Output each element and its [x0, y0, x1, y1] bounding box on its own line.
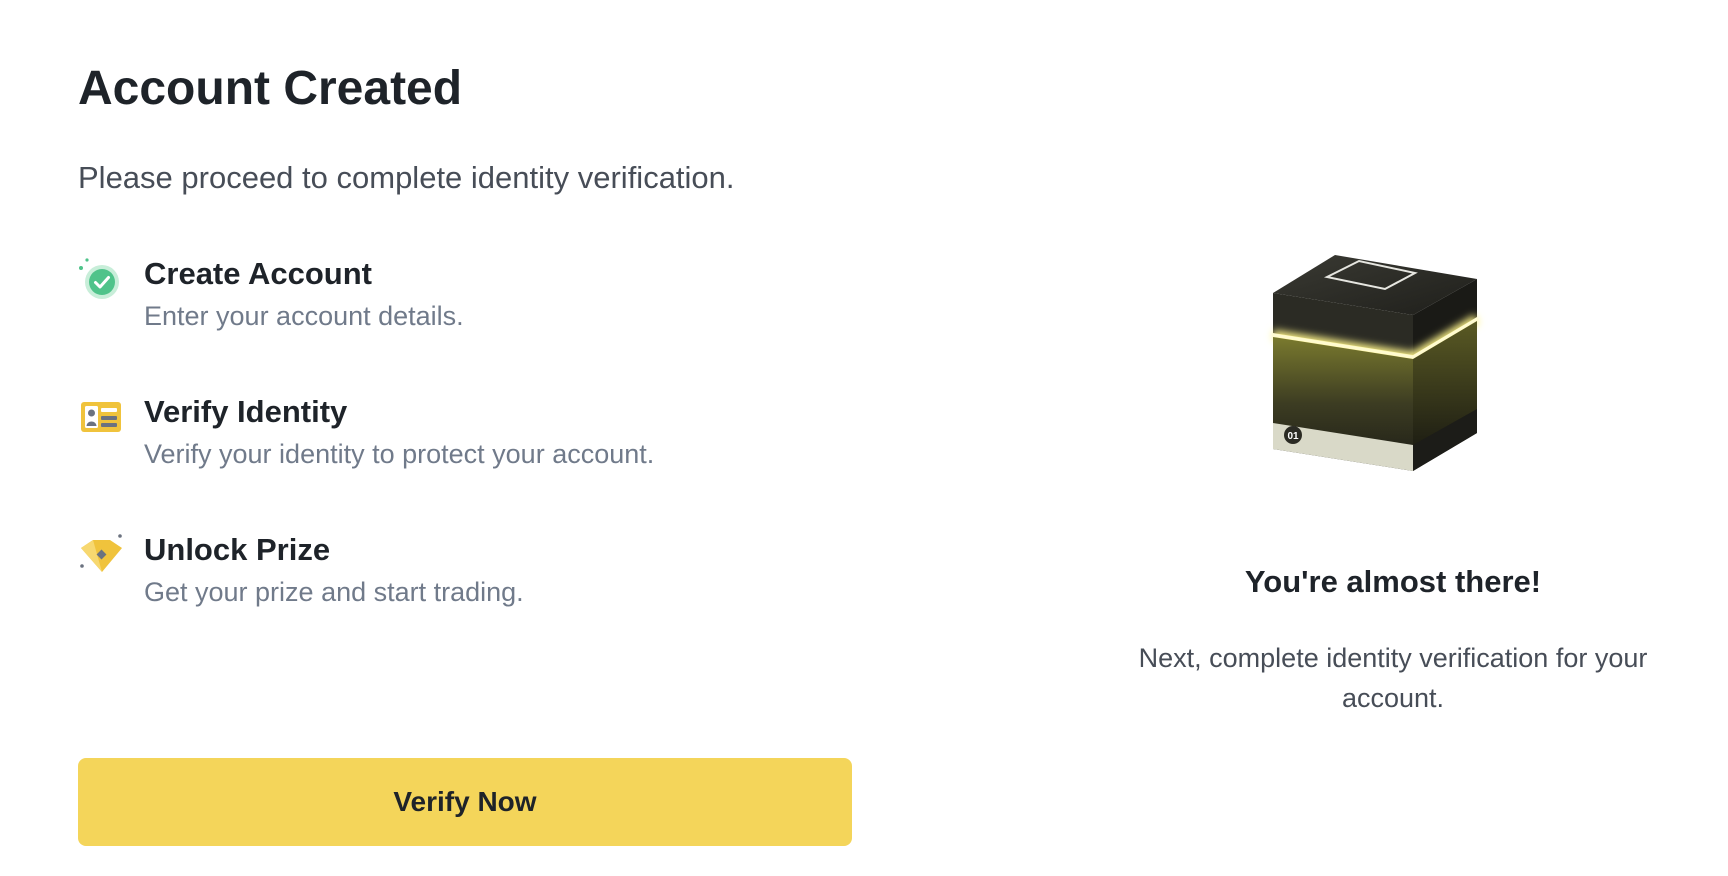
promo-title: You're almost there! — [1244, 564, 1542, 599]
id-card-icon — [78, 394, 124, 440]
page-subtitle: Please proceed to complete identity veri… — [78, 160, 735, 195]
step-description: Get your prize and start trading. — [144, 577, 524, 607]
promo-description: Next, complete identity verification for… — [1138, 643, 1648, 713]
step-create-account: Create Account Enter your account detail… — [78, 254, 858, 344]
check-circle-icon — [78, 256, 124, 302]
box-label: 01 — [1287, 431, 1299, 442]
step-title: Verify Identity — [144, 394, 348, 429]
step-title: Unlock Prize — [144, 532, 331, 567]
step-title: Create Account — [144, 256, 372, 291]
step-verify-identity: Verify Identity Verify your identity to … — [78, 392, 858, 482]
mystery-box-illustration: 01 — [1263, 255, 1523, 515]
diamond-tag-icon — [78, 532, 124, 578]
account-created-page: Account Created Please proceed to comple… — [0, 0, 1728, 876]
step-unlock-prize: Unlock Prize Get your prize and start tr… — [78, 530, 858, 620]
page-title: Account Created — [78, 62, 463, 115]
verify-now-button[interactable]: Verify Now — [78, 758, 852, 846]
step-description: Enter your account details. — [144, 301, 464, 331]
step-description: Verify your identity to protect your acc… — [144, 439, 655, 469]
